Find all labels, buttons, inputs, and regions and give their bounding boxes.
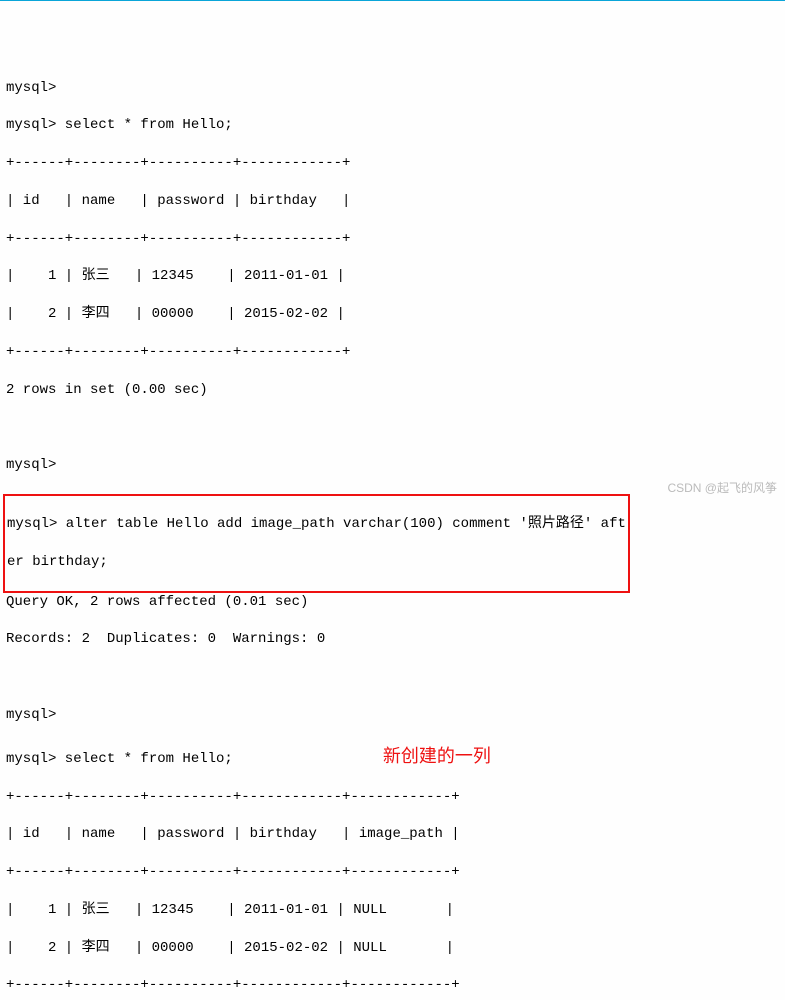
table1-header: | id | name | password | birthday | xyxy=(6,192,779,211)
watermark-bottom-right: CSDN @起飞的风筝 xyxy=(667,480,777,496)
table1-row1: | 1 | 张三 | 12345 | 2011-01-01 | xyxy=(6,267,779,286)
mysql-prompt: mysql> xyxy=(6,706,779,725)
alter-line1: mysql> alter table Hello add image_path … xyxy=(7,515,626,534)
sql-query-1: mysql> select * from Hello; xyxy=(6,116,779,135)
highlighted-alter-statement: mysql> alter table Hello add image_path … xyxy=(3,494,630,592)
table2-border-top: +------+--------+----------+------------… xyxy=(6,788,779,807)
annotation-text: 新创建的一列 xyxy=(383,744,491,768)
alter-records: Records: 2 Duplicates: 0 Warnings: 0 xyxy=(6,630,779,649)
table1-border-bot: +------+--------+----------+------------… xyxy=(6,343,779,362)
result-1: 2 rows in set (0.00 sec) xyxy=(6,381,779,400)
table1-border-top: +------+--------+----------+------------… xyxy=(6,154,779,173)
alter-line2: er birthday; xyxy=(7,553,626,572)
table2-row2: | 2 | 李四 | 00000 | 2015-02-02 | NULL | xyxy=(6,939,779,958)
table2-border-bot: +------+--------+----------+------------… xyxy=(6,976,779,995)
table2-header: | id | name | password | birthday | imag… xyxy=(6,825,779,844)
table1-border-mid: +------+--------+----------+------------… xyxy=(6,230,779,249)
sql-query-2: mysql> select * from Hello; xyxy=(6,750,233,769)
alter-result: Query OK, 2 rows affected (0.01 sec) xyxy=(6,593,779,612)
mysql-prompt: mysql> xyxy=(6,79,779,98)
table2-border-mid: +------+--------+----------+------------… xyxy=(6,863,779,882)
mysql-prompt: mysql> xyxy=(6,456,779,475)
table2-row1: | 1 | 张三 | 12345 | 2011-01-01 | NULL | xyxy=(6,901,779,920)
table1-row2: | 2 | 李四 | 00000 | 2015-02-02 | xyxy=(6,305,779,324)
